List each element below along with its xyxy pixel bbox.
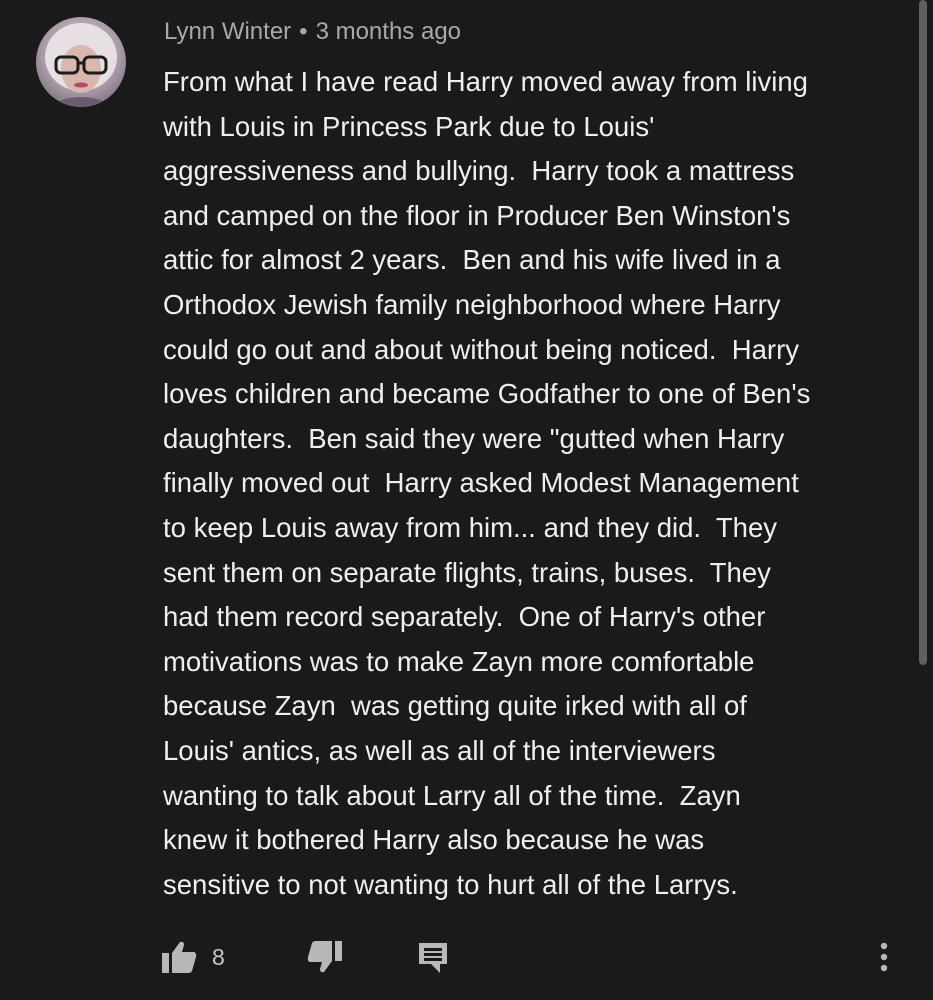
comment-line: to keep Louis away from him... and they … bbox=[163, 511, 777, 543]
comment-line: sensitive to not wanting to hurt all of … bbox=[163, 868, 738, 900]
comment-line: wanting to talk about Larry all of the t… bbox=[163, 779, 741, 811]
comment-line: attic for almost 2 years. Ben and his wi… bbox=[163, 244, 781, 276]
avatar[interactable] bbox=[36, 17, 126, 107]
thumbs-down-icon bbox=[307, 941, 342, 973]
comment-line: loves children and became Godfather to o… bbox=[163, 378, 811, 410]
comment-line: knew it bothered Harry also because he w… bbox=[163, 824, 705, 856]
comment-line: finally moved out Harry asked Modest Man… bbox=[163, 467, 799, 499]
more-vertical-icon bbox=[880, 942, 888, 972]
dislike-button[interactable] bbox=[306, 940, 344, 974]
reply-comment-icon bbox=[419, 943, 447, 973]
comment-line: had them record separately. One of Harry… bbox=[163, 601, 766, 633]
like-button[interactable]: 8 bbox=[160, 940, 225, 974]
comment-line: motivations was to make Zayn more comfor… bbox=[163, 645, 755, 677]
more-options-button[interactable] bbox=[878, 940, 890, 974]
comment-line: could go out and about without being not… bbox=[163, 333, 799, 365]
comment-line: because Zayn was getting quite irked wit… bbox=[163, 690, 747, 722]
comment-actions: 8 bbox=[160, 940, 920, 980]
comment-timestamp[interactable]: 3 months ago bbox=[316, 18, 461, 45]
comment-line: From what I have read Harry moved away f… bbox=[163, 66, 808, 97]
comment-line: aggressiveness and bullying. Harry took … bbox=[163, 155, 795, 187]
comment-line: Orthodox Jewish family neighborhood wher… bbox=[163, 288, 781, 320]
reply-button[interactable] bbox=[416, 940, 450, 976]
like-count: 8 bbox=[212, 943, 225, 970]
comment-line: sent them on separate flights, trains, b… bbox=[163, 556, 771, 588]
avatar-photo bbox=[45, 23, 117, 107]
author-name[interactable]: Lynn Winter bbox=[164, 18, 291, 45]
comment-line: with Louis in Princess Park due to Louis… bbox=[163, 110, 655, 142]
comment-text: From what I have read Harry moved away f… bbox=[163, 60, 903, 907]
comment-line: Louis' antics, as well as all of the int… bbox=[163, 734, 716, 766]
scrollbar[interactable] bbox=[919, 0, 927, 665]
thumbs-up-icon bbox=[162, 941, 197, 973]
comment-line: and camped on the floor in Producer Ben … bbox=[163, 199, 791, 231]
comment-line: daughters. Ben said they were "gutted wh… bbox=[163, 422, 785, 454]
comment-meta: Lynn Winter • 3 months ago bbox=[164, 18, 461, 46]
meta-separator: • bbox=[299, 18, 308, 45]
